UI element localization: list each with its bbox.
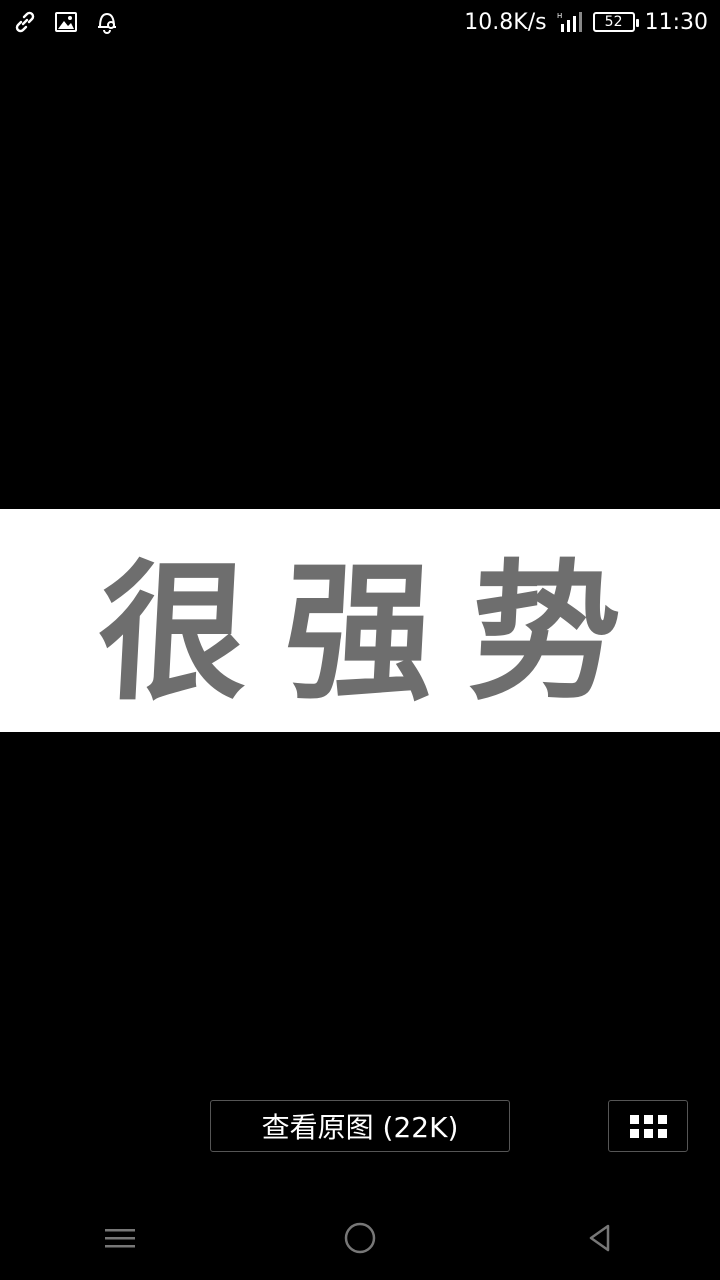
image-viewer-screen: 10.8K/s H 52 11:30 很强势 查看原图 (22K) [0,0,720,1280]
signal-icon: H [557,10,583,34]
status-right: 10.8K/s H 52 11:30 [464,10,708,35]
link-icon [12,9,38,35]
nav-home-button[interactable] [320,1200,400,1280]
nav-menu-button[interactable] [80,1200,160,1280]
status-bar: 10.8K/s H 52 11:30 [0,0,720,44]
svg-text:H: H [557,12,562,20]
grid-view-button[interactable] [608,1100,688,1152]
clock: 11:30 [644,9,708,35]
status-left-icons [12,9,120,35]
home-circle-icon [343,1221,377,1259]
battery-indicator: 52 [592,12,639,32]
view-original-button[interactable]: 查看原图 (22K) [210,1100,510,1152]
nav-back-button[interactable] [560,1200,640,1280]
network-speed: 10.8K/s [464,9,547,35]
menu-icon [104,1226,136,1254]
displayed-image[interactable]: 很强势 [0,509,720,732]
navigation-bar [0,1200,720,1280]
back-triangle-icon [586,1222,614,1258]
grid-icon [629,1114,667,1138]
image-icon [54,10,78,34]
notification-bell-icon [94,9,120,35]
image-text: 很强势 [93,547,661,721]
